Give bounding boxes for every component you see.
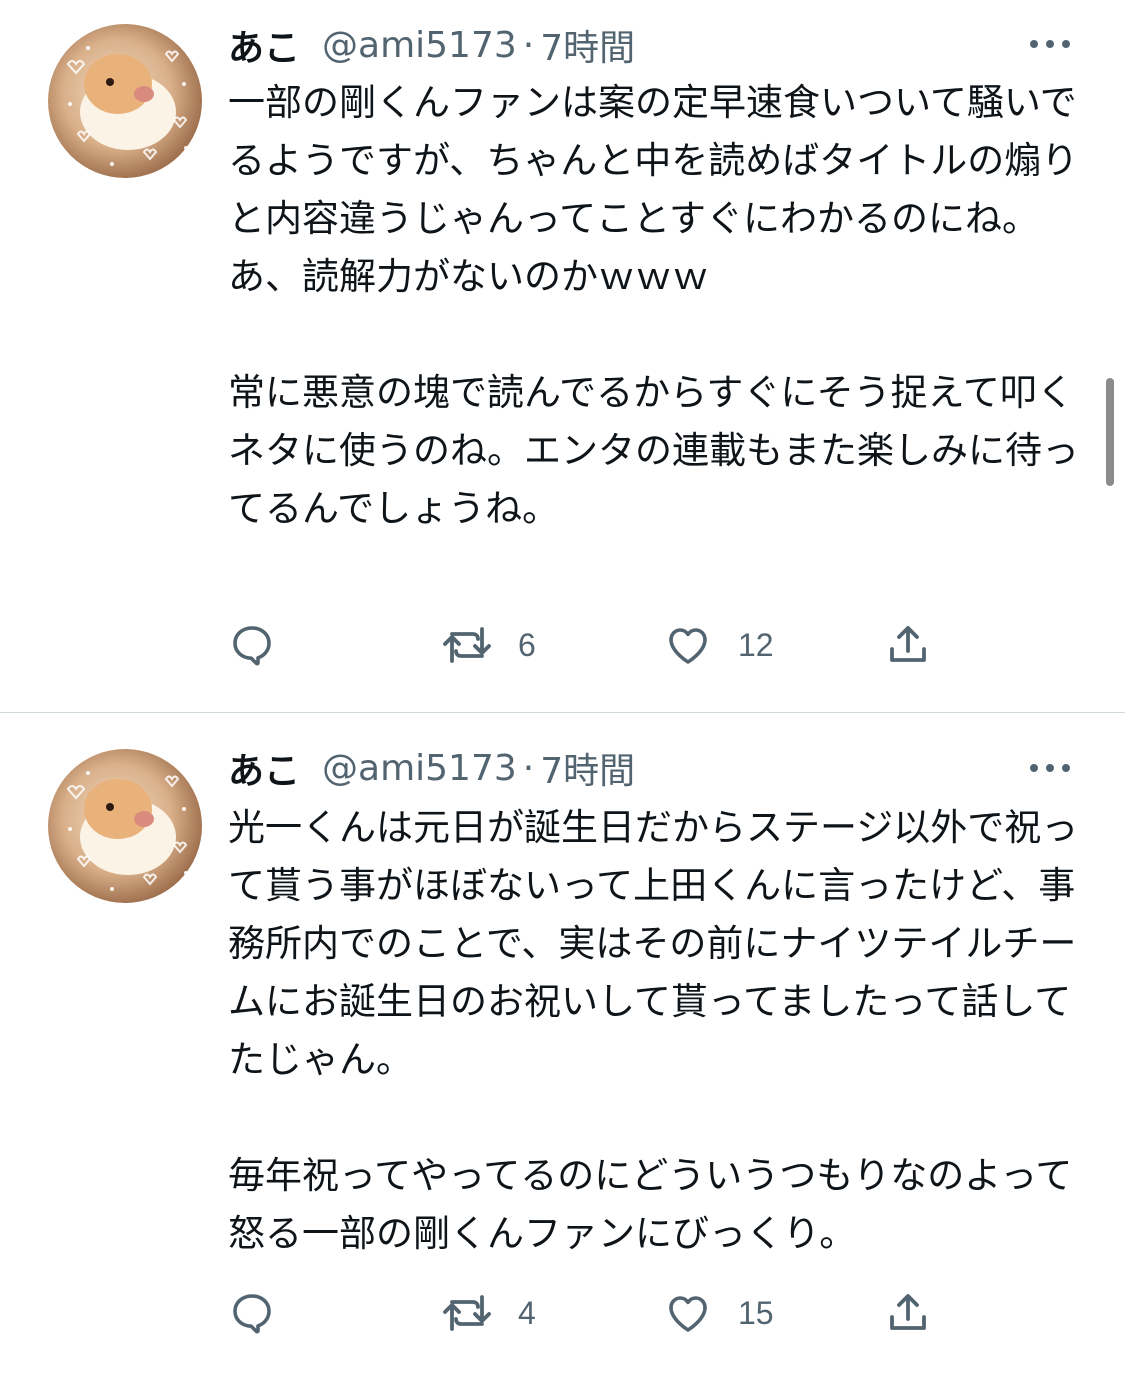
like-button[interactable]: 12 — [664, 617, 774, 673]
like-button[interactable]: 15 — [664, 1285, 774, 1341]
timestamp[interactable]: 7時間 — [540, 742, 635, 794]
share-button[interactable] — [884, 617, 932, 673]
avatar[interactable] — [48, 749, 202, 903]
share-icon — [890, 626, 926, 662]
timestamp[interactable]: 7時間 — [540, 19, 635, 71]
author-name[interactable]: あこ — [228, 19, 300, 71]
avatar-image — [66, 771, 188, 891]
avatar-image — [66, 46, 188, 166]
tweet[interactable]: あこ @ami5173 · 7時間 光一くんは元日が誕生日だからステージ以外で祝… — [0, 713, 1125, 1377]
author-name[interactable]: あこ — [228, 742, 300, 794]
like-icon — [669, 628, 707, 664]
like-icon — [669, 1296, 707, 1332]
tweet-header: あこ @ami5173 · 7時間 — [228, 743, 635, 793]
reply-button[interactable] — [228, 617, 276, 673]
retweet-icon — [443, 627, 491, 663]
reply-icon — [233, 1294, 271, 1334]
separator-dot: · — [522, 24, 535, 66]
retweet-count: 4 — [518, 1294, 536, 1331]
tweet-actions: 6 12 — [228, 617, 948, 673]
retweet-button[interactable]: 6 — [442, 617, 536, 673]
tweet-text: 一部の剛くんファンは案の定早速食いついて騒いでるようですが、ちゃんと中を読めばタ… — [228, 81, 1079, 530]
more-options-icon[interactable] — [1028, 32, 1072, 56]
timeline: あこ @ami5173 · 7時間 一部の剛くんファンは案の定早速食いついて騒い… — [0, 0, 1125, 1377]
retweet-icon — [443, 1295, 491, 1331]
separator-dot: · — [522, 747, 535, 789]
share-icon — [890, 1294, 926, 1330]
tweet[interactable]: あこ @ami5173 · 7時間 一部の剛くんファンは案の定早速食いついて騒い… — [0, 0, 1125, 712]
like-count: 15 — [738, 1294, 774, 1331]
avatar[interactable] — [48, 24, 202, 178]
reply-button[interactable] — [228, 1285, 276, 1341]
tweet-header: あこ @ami5173 · 7時間 — [228, 20, 635, 70]
like-count: 12 — [738, 626, 774, 663]
share-button[interactable] — [884, 1285, 932, 1341]
retweet-button[interactable]: 4 — [442, 1285, 536, 1341]
tweet-actions: 4 15 — [228, 1285, 948, 1341]
reply-icon — [233, 626, 271, 666]
tweet-text: 光一くんは元日が誕生日だからステージ以外で祝って貰う事がほぼないって上田くんに言… — [228, 806, 1079, 1255]
more-options-icon[interactable] — [1028, 756, 1072, 780]
author-handle[interactable]: @ami5173 — [322, 25, 517, 66]
author-handle[interactable]: @ami5173 — [322, 748, 517, 789]
retweet-count: 6 — [518, 626, 536, 663]
scrollbar-thumb[interactable] — [1106, 378, 1114, 486]
